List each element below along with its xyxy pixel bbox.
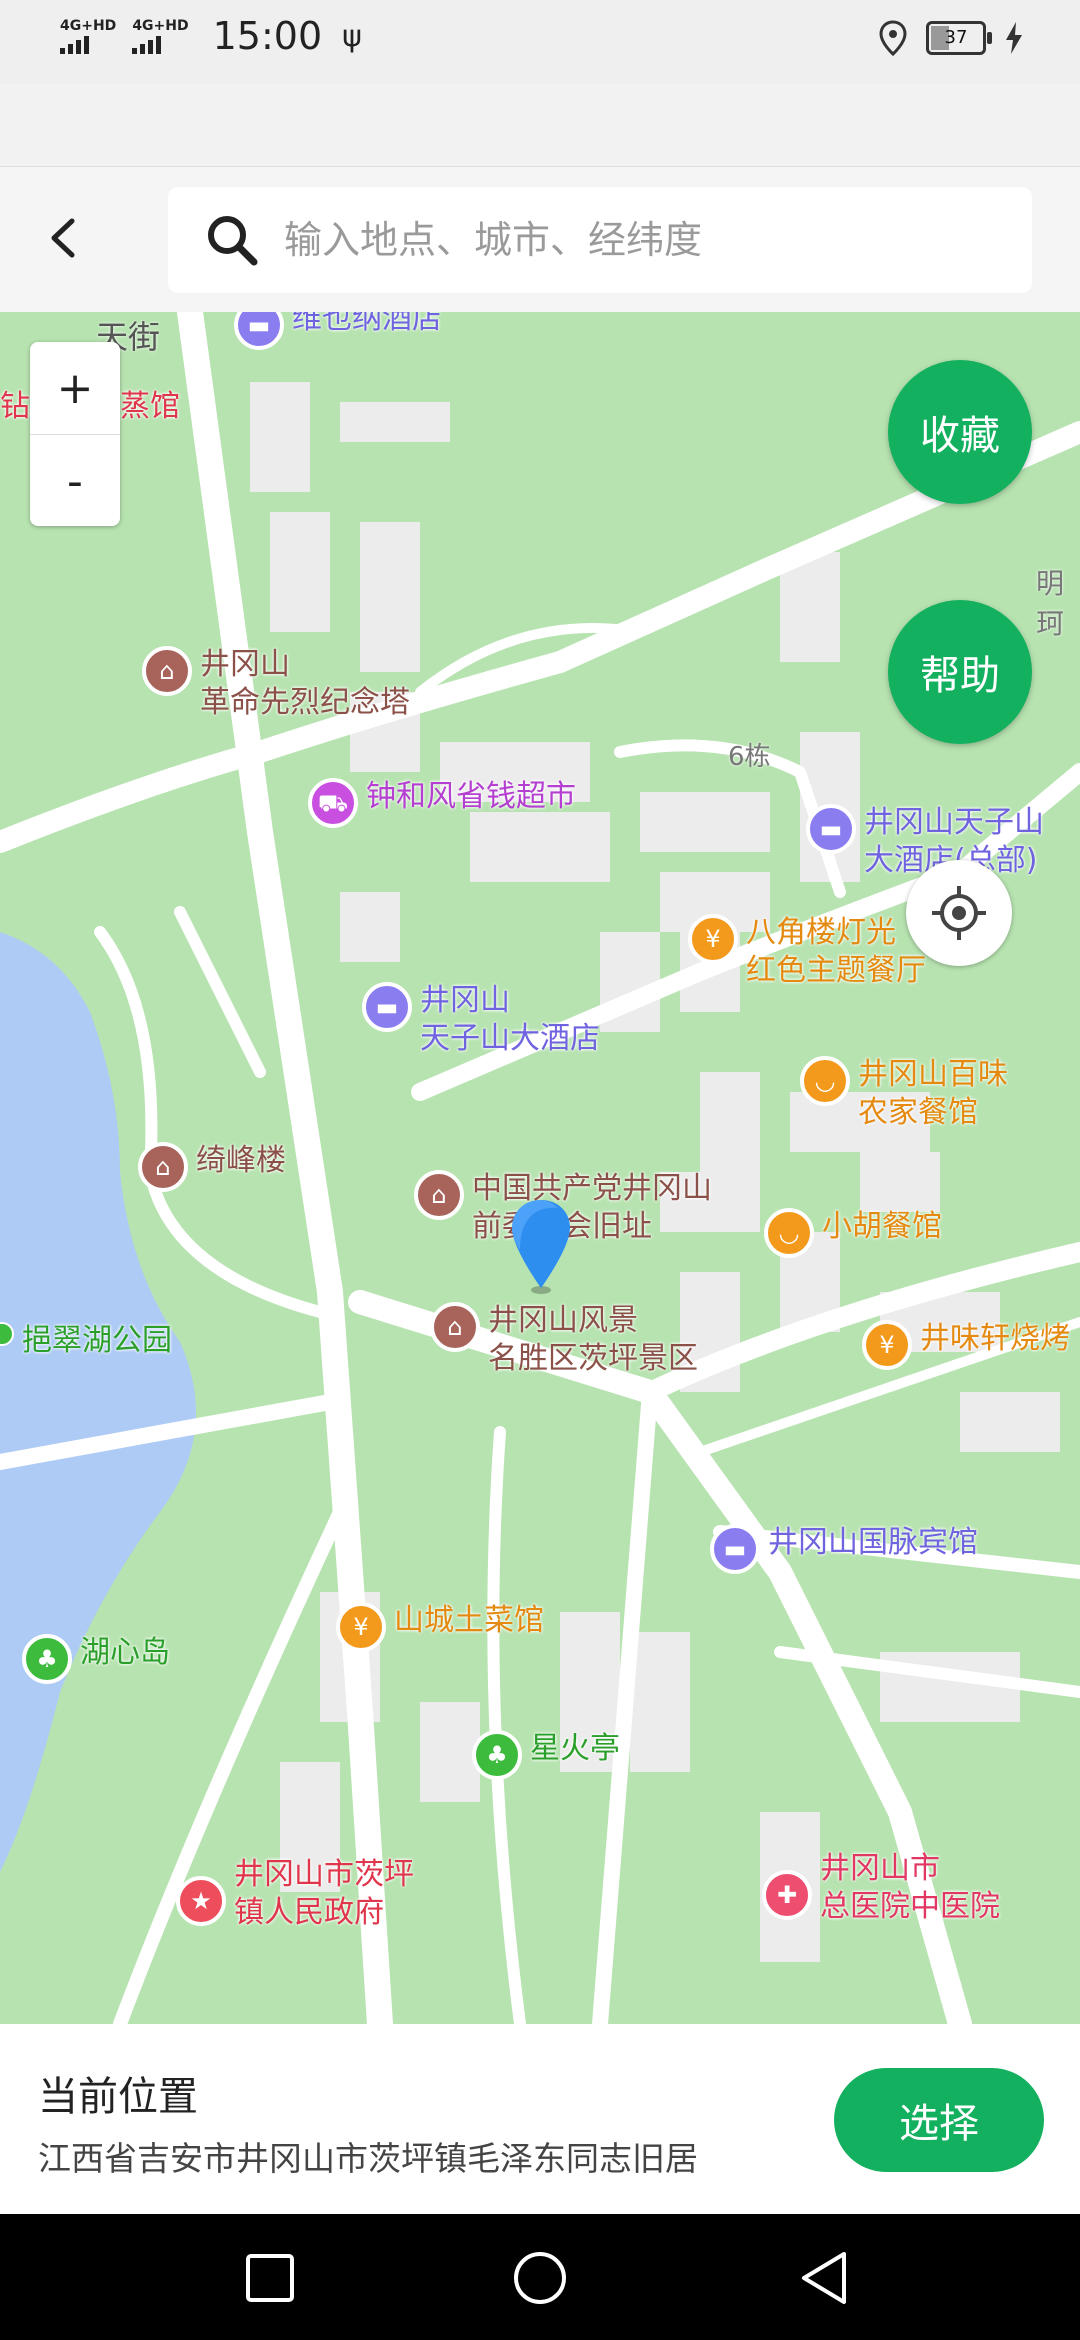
building-label: 6栋 (728, 742, 771, 772)
poi-label: 八角楼灯光 红色主题餐厅 (746, 915, 926, 988)
clock: 15:00 (212, 14, 323, 58)
monument-icon: ⌂ (142, 646, 192, 696)
recent-apps-icon[interactable] (242, 2250, 298, 2306)
back-nav-icon[interactable] (796, 2250, 852, 2306)
hotel-icon: ▬ (234, 312, 284, 350)
poi-tianzishan-hotel[interactable]: ▬ 井冈山 天子山大酒店 (362, 982, 600, 1058)
location-info-panel: 当前位置 江西省吉安市井冈山市茨坪镇毛泽东同志旧居 选择 (0, 2024, 1080, 2214)
poi-guomai[interactable]: ▬ 井冈山国脉宾馆 (710, 1524, 978, 1574)
restaurant-icon: ¥ (688, 914, 738, 964)
poi-hospital[interactable]: ✚ 井冈山市 总医院中医院 (762, 1850, 1000, 1926)
status-bar: 4G+HD 4G+HD 15:00 ψ 37 (0, 0, 1080, 84)
current-location-title: 当前位置 (38, 2074, 198, 2120)
signal-1-label: 4G+HD (60, 17, 117, 34)
search-icon (208, 216, 258, 266)
monument-icon: ⌂ (430, 1302, 480, 1352)
usb-icon: ψ (342, 18, 362, 54)
poi-label: 井冈山国脉宾馆 (768, 1525, 978, 1560)
poi-label: 井味轩烧烤 (920, 1321, 1070, 1356)
poi-xiaohu[interactable]: ◡ 小胡餐馆 (764, 1208, 942, 1258)
system-nav-bar (0, 2214, 1080, 2340)
poi-label: 井冈山市茨坪 镇人民政府 (234, 1857, 414, 1930)
zoom-control: + - (30, 342, 120, 526)
hotel-icon: ▬ (710, 1524, 760, 1574)
poi-label: 井冈山 天子山大酒店 (420, 983, 600, 1056)
poi-label: 井冈山百味 农家餐馆 (858, 1057, 1008, 1130)
signal-2-label: 4G+HD (132, 17, 189, 34)
poi-label: 山城土菜馆 (394, 1603, 544, 1638)
back-arrow-icon[interactable] (34, 203, 88, 273)
signal-1: 4G+HD (60, 19, 116, 54)
poi-hotel-vienna[interactable]: ▬ 维也纳酒店 (234, 312, 442, 350)
zoom-in-button[interactable]: + (30, 342, 120, 434)
poi-label: 井冈山 革命先烈纪念塔 (200, 647, 410, 720)
poi-qifenglou[interactable]: ⌂ 绮峰楼 (138, 1142, 286, 1192)
poi-xinghuo[interactable]: ♣ 星火亭 (472, 1730, 620, 1780)
search-header (0, 166, 1080, 313)
battery-icon: 37 (926, 21, 992, 55)
poi-label: 挹翠湖公园 (22, 1323, 172, 1358)
map-view[interactable]: 天街 6栋 明珂 ▬维也纳酒店 钻中医熏蒸馆 ⌂井冈山 革命先烈纪念塔 ⛟钟和风… (0, 312, 1080, 2024)
signal-2-bars-icon (132, 35, 162, 54)
park-icon (0, 1322, 14, 1346)
battery-level: 37 (944, 27, 968, 48)
poi-martyrs-tower[interactable]: ⌂ 井冈山 革命先烈纪念塔 (142, 646, 410, 722)
search-box[interactable] (168, 187, 1032, 293)
restaurant-icon: ¥ (862, 1320, 912, 1370)
poi-label: 井冈山风景 名胜区茨坪景区 (488, 1303, 698, 1376)
poi-jingwei[interactable]: ¥ 井味轩烧烤 (862, 1320, 1070, 1370)
edge-label: 明珂 (1036, 567, 1065, 640)
poi-supermarket[interactable]: ⛟ 钟和风省钱超市 (308, 778, 576, 828)
poi-lake-park[interactable]: 挹翠湖公园 (0, 1322, 172, 1360)
tree-icon: ♣ (472, 1730, 522, 1780)
poi-lake-island[interactable]: ♣ 湖心岛 (22, 1634, 170, 1684)
poi-label: 维也纳酒店 (292, 312, 442, 336)
charging-icon (1006, 22, 1022, 54)
search-input[interactable] (282, 217, 986, 263)
locate-me-button[interactable] (906, 860, 1012, 966)
location-pin-icon (512, 1200, 570, 1294)
poi-label: 绮峰楼 (196, 1143, 286, 1178)
food-bowl-icon: ◡ (764, 1208, 814, 1258)
location-status-icon (879, 20, 907, 56)
poi-baiwei[interactable]: ◡ 井冈山百味 农家餐馆 (800, 1056, 1008, 1132)
signal-1-bars-icon (60, 35, 89, 54)
poi-bajiaolou[interactable]: ¥ 八角楼灯光 红色主题餐厅 (688, 914, 926, 990)
crosshair-icon (932, 886, 986, 940)
favorite-button[interactable]: 收藏 (888, 360, 1032, 504)
help-button[interactable]: 帮助 (888, 600, 1032, 744)
tree-icon: ♣ (22, 1634, 72, 1684)
hotel-icon: ▬ (362, 982, 412, 1032)
food-bowl-icon: ◡ (800, 1056, 850, 1106)
museum-icon: ⌂ (414, 1170, 464, 1220)
monument-icon: ⌂ (138, 1142, 188, 1192)
poi-label: 湖心岛 (80, 1635, 170, 1670)
poi-shancheng[interactable]: ¥ 山城土菜馆 (336, 1602, 544, 1652)
poi-label: 小胡餐馆 (822, 1209, 942, 1244)
current-address: 江西省吉安市井冈山市茨坪镇毛泽东同志旧居 (38, 2139, 698, 2178)
signal-2: 4G+HD (132, 17, 189, 54)
poi-label: 井冈山市 总医院中医院 (820, 1851, 1000, 1924)
restaurant-icon: ¥ (336, 1602, 386, 1652)
star-icon: ★ (176, 1876, 226, 1926)
poi-town-government[interactable]: ★ 井冈山市茨坪 镇人民政府 (176, 1856, 414, 1932)
poi-label: 星火亭 (530, 1731, 620, 1766)
select-button[interactable]: 选择 (834, 2068, 1044, 2172)
cart-icon: ⛟ (308, 778, 358, 828)
hospital-cross-icon: ✚ (762, 1870, 812, 1920)
zoom-out-button[interactable]: - (30, 434, 120, 527)
poi-tianzishan-hq[interactable]: ▬井冈山天子山 大酒店(总部) (806, 804, 1044, 880)
poi-scenic-area[interactable]: ⌂ 井冈山风景 名胜区茨坪景区 (430, 1302, 698, 1378)
poi-label: 钟和风省钱超市 (366, 779, 576, 814)
hotel-icon: ▬ (806, 804, 856, 854)
home-icon[interactable] (512, 2250, 568, 2306)
